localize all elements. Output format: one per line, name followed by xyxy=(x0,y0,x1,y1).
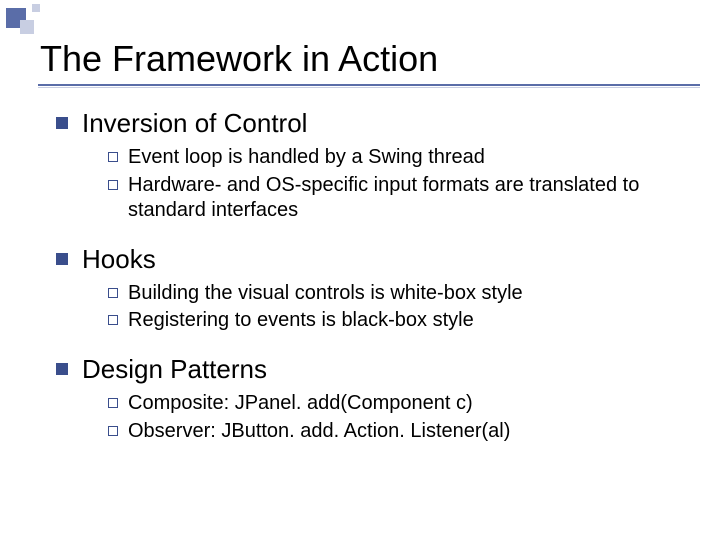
heading-text: Design Patterns xyxy=(82,354,267,385)
item-text: Hardware- and OS-specific input formats … xyxy=(128,173,680,224)
heading-text: Inversion of Control xyxy=(82,108,307,139)
section-items: Composite: JPanel. add(Component c) Obse… xyxy=(108,391,680,444)
item-text: Event loop is handled by a Swing thread xyxy=(128,145,680,171)
section-heading: Hooks xyxy=(56,244,680,275)
section-items: Building the visual controls is white-bo… xyxy=(108,281,680,334)
item-text: Composite: JPanel. add(Component c) xyxy=(128,391,680,417)
list-item: Event loop is handled by a Swing thread xyxy=(108,145,680,171)
slide-title: The Framework in Action xyxy=(40,38,438,80)
item-text: Observer: JButton. add. Action. Listener… xyxy=(128,419,680,445)
square-bullet-icon xyxy=(56,363,68,375)
corner-decoration xyxy=(0,0,150,40)
section-heading: Design Patterns xyxy=(56,354,680,385)
item-text: Registering to events is black-box style xyxy=(128,308,680,334)
square-bullet-icon xyxy=(56,117,68,129)
hollow-square-bullet-icon xyxy=(108,315,118,325)
item-text: Building the visual controls is white-bo… xyxy=(128,281,680,307)
title-rule xyxy=(38,84,700,86)
hollow-square-bullet-icon xyxy=(108,180,118,190)
hollow-square-bullet-icon xyxy=(108,152,118,162)
list-item: Hardware- and OS-specific input formats … xyxy=(108,173,680,224)
hollow-square-bullet-icon xyxy=(108,426,118,436)
section-heading: Inversion of Control xyxy=(56,108,680,139)
list-item: Observer: JButton. add. Action. Listener… xyxy=(108,419,680,445)
section-items: Event loop is handled by a Swing thread … xyxy=(108,145,680,224)
hollow-square-bullet-icon xyxy=(108,398,118,408)
title-rule-light xyxy=(38,87,700,88)
square-bullet-icon xyxy=(56,253,68,265)
heading-text: Hooks xyxy=(82,244,156,275)
list-item: Composite: JPanel. add(Component c) xyxy=(108,391,680,417)
list-item: Registering to events is black-box style xyxy=(108,308,680,334)
slide-body: Inversion of Control Event loop is handl… xyxy=(56,108,680,464)
hollow-square-bullet-icon xyxy=(108,288,118,298)
list-item: Building the visual controls is white-bo… xyxy=(108,281,680,307)
